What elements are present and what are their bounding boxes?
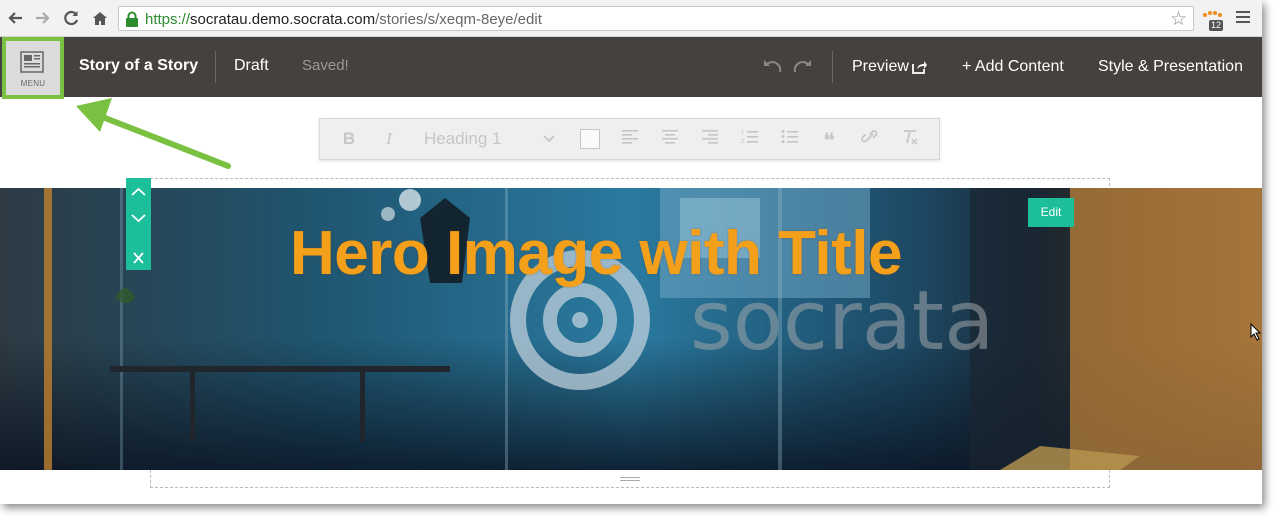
- url-host: socratau.demo.socrata.com: [190, 11, 376, 28]
- redo-icon[interactable]: [791, 55, 815, 77]
- home-icon[interactable]: [90, 8, 110, 28]
- browser-toolbar: https://socratau.demo.socrata.com/storie…: [0, 0, 1262, 37]
- blockquote-icon[interactable]: ❝: [818, 128, 840, 153]
- story-title: Story of a Story: [79, 57, 199, 74]
- preview-button[interactable]: Preview: [852, 58, 909, 76]
- star-icon[interactable]: ☆: [1170, 8, 1187, 31]
- story-editor-header: MENU Story of a Story Draft Saved! Previ…: [0, 37, 1262, 99]
- address-bar[interactable]: https://socratau.demo.socrata.com/storie…: [118, 6, 1194, 31]
- link-icon[interactable]: [860, 128, 880, 150]
- move-down-icon[interactable]: [126, 206, 151, 230]
- document-icon: [20, 51, 44, 73]
- hero-image-block[interactable]: socrata Hero Image with Title Edit: [0, 188, 1262, 470]
- resize-handle[interactable]: [620, 477, 640, 483]
- browser-window: https://socratau.demo.socrata.com/storie…: [0, 0, 1262, 504]
- back-icon[interactable]: [6, 8, 26, 28]
- undo-icon[interactable]: [760, 55, 784, 77]
- italic-button[interactable]: I: [380, 128, 398, 150]
- header-divider: [215, 51, 216, 83]
- delete-icon[interactable]: [126, 246, 151, 270]
- formatting-toolbar: B I Heading 1 12 ❝: [319, 118, 940, 160]
- save-status: Saved!: [302, 57, 349, 74]
- align-left-icon[interactable]: [620, 128, 640, 150]
- text-color-swatch[interactable]: [580, 129, 600, 149]
- add-content-button[interactable]: + Add Content: [962, 58, 1064, 76]
- edit-button[interactable]: Edit: [1028, 198, 1074, 227]
- forward-icon[interactable]: [32, 8, 52, 28]
- mouse-cursor-icon: [1250, 323, 1262, 341]
- svg-text:2: 2: [741, 139, 745, 144]
- align-center-icon[interactable]: [660, 128, 680, 150]
- extension-badge: 12: [1209, 20, 1224, 31]
- heading-select[interactable]: Heading 1: [424, 129, 502, 149]
- share-icon[interactable]: [911, 60, 927, 74]
- menu-label: MENU: [20, 79, 46, 88]
- draft-status: Draft: [234, 57, 269, 74]
- ordered-list-icon[interactable]: 12: [740, 128, 760, 150]
- url-path: /stories/s/xeqm-8eye/edit: [375, 11, 542, 28]
- header-divider: [832, 51, 833, 83]
- annotation-arrow: [76, 98, 231, 169]
- move-up-icon[interactable]: [126, 180, 151, 204]
- clear-format-icon[interactable]: [900, 128, 920, 150]
- chevron-down-icon[interactable]: [542, 131, 556, 145]
- menu-button[interactable]: MENU: [2, 37, 64, 99]
- menu-icon[interactable]: [1236, 11, 1250, 26]
- url-protocol: https://: [145, 11, 191, 28]
- svg-text:1: 1: [741, 130, 745, 136]
- bullet-list-icon[interactable]: [780, 128, 800, 150]
- style-presentation-button[interactable]: Style & Presentation: [1098, 58, 1243, 76]
- bold-button[interactable]: B: [340, 128, 358, 150]
- align-right-icon[interactable]: [700, 128, 720, 150]
- hero-title[interactable]: Hero Image with Title: [290, 218, 902, 289]
- block-controls: [126, 178, 151, 270]
- url-text: https://socratau.demo.socrata.com/storie…: [145, 11, 542, 28]
- lock-icon: [125, 11, 139, 27]
- reload-icon[interactable]: [61, 8, 81, 28]
